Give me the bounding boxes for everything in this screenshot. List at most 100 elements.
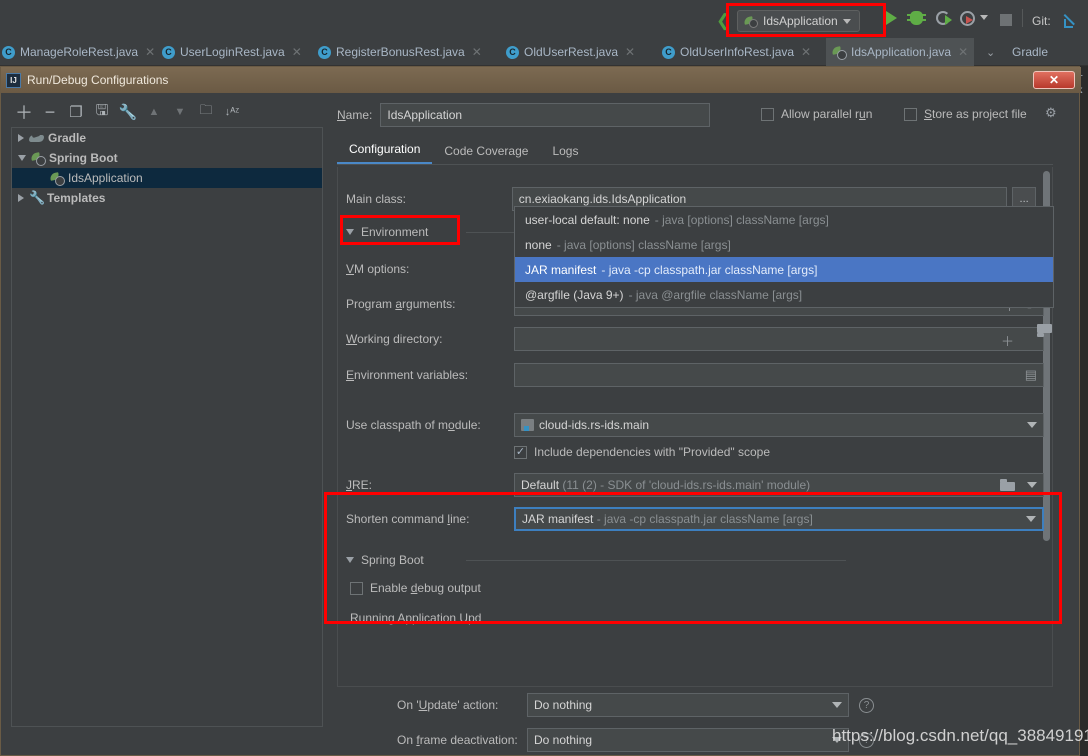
editor-tab[interactable]: C ManageRoleRest.java ✕ <box>0 38 161 66</box>
edit-templates-button[interactable]: 🔧 <box>115 99 141 125</box>
help-icon[interactable]: ? <box>859 697 874 713</box>
chevron-right-icon[interactable] <box>18 134 24 142</box>
on-frame-deactivation-combobox[interactable]: Do nothing <box>527 728 849 752</box>
allow-parallel-run-checkbox[interactable]: Allow parallel run <box>761 107 872 121</box>
sort-configurations-button[interactable]: ↓ᴬᶻ <box>219 99 245 125</box>
environment-variables-input[interactable] <box>514 363 1044 387</box>
close-icon[interactable]: ✕ <box>145 45 155 59</box>
close-button[interactable]: ✕ <box>1033 71 1075 89</box>
dropdown-option[interactable]: none - java [options] className [args] <box>515 232 1053 257</box>
profile-button[interactable] <box>960 11 980 31</box>
rerun-icon <box>936 11 952 25</box>
gear-icon[interactable]: ⚙ <box>1045 106 1059 120</box>
chevron-down-icon <box>980 15 988 20</box>
rerun-button[interactable] <box>936 11 956 31</box>
on-update-action-combobox[interactable]: Do nothing <box>527 693 849 717</box>
editor-tab-label: IdsApplication.java <box>851 45 952 59</box>
editor-tab-label: OldUserInfoRest.java <box>680 45 795 59</box>
chevron-down-icon[interactable] <box>18 155 26 161</box>
close-icon[interactable]: ✕ <box>958 45 968 59</box>
tree-item-templates[interactable]: 🔧 Templates <box>12 188 322 208</box>
tab-configuration[interactable]: Configuration <box>337 142 433 164</box>
name-input[interactable]: IdsApplication <box>380 103 711 127</box>
configuration-tree[interactable]: Gradle Spring Boot IdsApplication 🔧 Temp… <box>11 127 323 727</box>
editor-tab-label: OldUserRest.java <box>524 45 619 59</box>
shorten-command-line-combobox[interactable]: JAR manifest - java -cp classpath.jar cl… <box>514 507 1044 531</box>
editor-tab-active[interactable]: IdsApplication.java ✕ <box>826 38 975 66</box>
tree-item-gradle[interactable]: Gradle <box>12 128 322 148</box>
tree-item-spring-boot[interactable]: Spring Boot <box>12 148 322 168</box>
option-desc: - java -cp classpath.jar className [args… <box>601 262 818 277</box>
java-class-icon: C <box>662 45 675 59</box>
debug-button[interactable] <box>907 11 930 31</box>
navigate-back-icon[interactable]: ❮ <box>716 12 730 29</box>
chevron-down-icon[interactable] <box>346 229 354 235</box>
chevron-down-icon <box>842 18 851 24</box>
dropdown-option-selected[interactable]: JAR manifest - java -cp classpath.jar cl… <box>515 257 1053 282</box>
shorten-command-line-dropdown[interactable]: user-local default: none - java [options… <box>514 206 1054 308</box>
editor-tab[interactable]: C RegisterBonusRest.java ✕ <box>312 38 488 66</box>
close-icon[interactable]: ✕ <box>292 45 302 59</box>
dropdown-option[interactable]: @argfile (Java 9+) - java @argfile class… <box>515 282 1053 307</box>
jre-combobox[interactable]: Default (11 (2) - SDK of 'cloud-ids.rs-i… <box>514 473 1044 497</box>
chevron-down-icon[interactable] <box>346 557 354 563</box>
main-class-label: Main class: <box>346 192 407 206</box>
move-up-button[interactable]: ▲ <box>141 99 167 125</box>
edit-variables-icon[interactable]: ▤ <box>1025 367 1037 383</box>
on-update-action-row: On 'Update' action: Do nothing ? <box>397 693 874 717</box>
working-directory-label: Working directory: <box>346 332 443 346</box>
spring-boot-section-header[interactable]: Spring Boot <box>346 553 846 567</box>
allow-parallel-run-label: Allow parallel run <box>781 107 873 121</box>
run-button[interactable] <box>886 11 906 31</box>
close-icon[interactable]: ✕ <box>472 45 482 59</box>
tab-logs[interactable]: Logs <box>540 144 590 164</box>
configuration-tree-toolbar: ＋ − ❐ 🖫 🔧 ▲ ▼ 🗀 ↓ᴬᶻ <box>5 97 325 127</box>
dropdown-option[interactable]: user-local default: none - java [options… <box>515 207 1053 232</box>
editor-tab-label: RegisterBonusRest.java <box>336 45 465 59</box>
chevron-right-icon[interactable] <box>18 194 24 202</box>
environment-variables-row: Environment variables: ▤ <box>346 363 1044 387</box>
wrench-icon: 🔧 <box>29 190 46 205</box>
configuration-form: Name: IdsApplication Allow parallel run … <box>331 93 1071 756</box>
folder-icon[interactable] <box>1000 479 1015 491</box>
chevron-down-icon[interactable]: ⌄ <box>986 46 995 59</box>
editor-tab-label: ManageRoleRest.java <box>20 45 139 59</box>
vm-options-label: VM options: <box>346 262 410 276</box>
add-configuration-button[interactable]: ＋ <box>11 99 37 125</box>
include-provided-scope-checkbox[interactable]: Include dependencies with "Provided" sco… <box>514 445 770 459</box>
close-icon[interactable]: ✕ <box>625 45 635 59</box>
program-arguments-label: Program arguments: <box>346 297 456 311</box>
enable-debug-output-label: Enable debug output <box>370 581 481 595</box>
editor-tab[interactable]: C OldUserRest.java ✕ <box>500 38 641 66</box>
move-down-button[interactable]: ▼ <box>167 99 193 125</box>
jre-value-suffix: (11 (2) - SDK of 'cloud-ids.rs-ids.main'… <box>562 478 811 492</box>
store-as-project-file-checkbox[interactable]: Store as project file <box>904 107 1027 121</box>
option-desc: - java @argfile className [args] <box>628 287 803 302</box>
profile-dropdown[interactable] <box>980 15 990 25</box>
enable-debug-output-checkbox[interactable]: Enable debug output <box>350 581 481 595</box>
tree-item-idsapplication[interactable]: IdsApplication <box>12 168 322 188</box>
gradle-tool-window-label[interactable]: Gradle <box>1012 45 1048 59</box>
stop-button[interactable] <box>1000 14 1020 34</box>
editor-tab[interactable]: C OldUserInfoRest.java ✕ <box>656 38 817 66</box>
run-icon <box>886 11 897 25</box>
run-configuration-name: IdsApplication <box>763 14 838 28</box>
editor-tab[interactable]: C UserLoginRest.java ✕ <box>156 38 308 66</box>
git-update-icon[interactable] <box>1064 12 1080 28</box>
remove-configuration-button[interactable]: − <box>37 99 63 125</box>
insert-macro-icon[interactable]: ＋ <box>1001 331 1014 350</box>
close-icon[interactable]: ✕ <box>801 45 811 59</box>
section-divider <box>466 559 846 561</box>
tab-code-coverage[interactable]: Code Coverage <box>432 144 540 164</box>
toolbar-divider <box>1022 9 1023 27</box>
intellij-icon: IJ <box>6 72 21 88</box>
java-class-icon: C <box>318 45 331 59</box>
option-desc: - java [options] className [args] <box>556 237 731 252</box>
checkbox-box <box>350 581 363 595</box>
copy-configuration-button[interactable]: ❐ <box>63 99 89 125</box>
working-directory-input[interactable] <box>514 327 1044 351</box>
module-combobox[interactable]: cloud-ids.rs-ids.main <box>514 413 1044 437</box>
new-folder-button[interactable]: 🗀 <box>193 99 219 125</box>
run-configuration-selector[interactable]: IdsApplication <box>737 10 860 32</box>
save-configuration-button[interactable]: 🖫 <box>89 99 115 125</box>
